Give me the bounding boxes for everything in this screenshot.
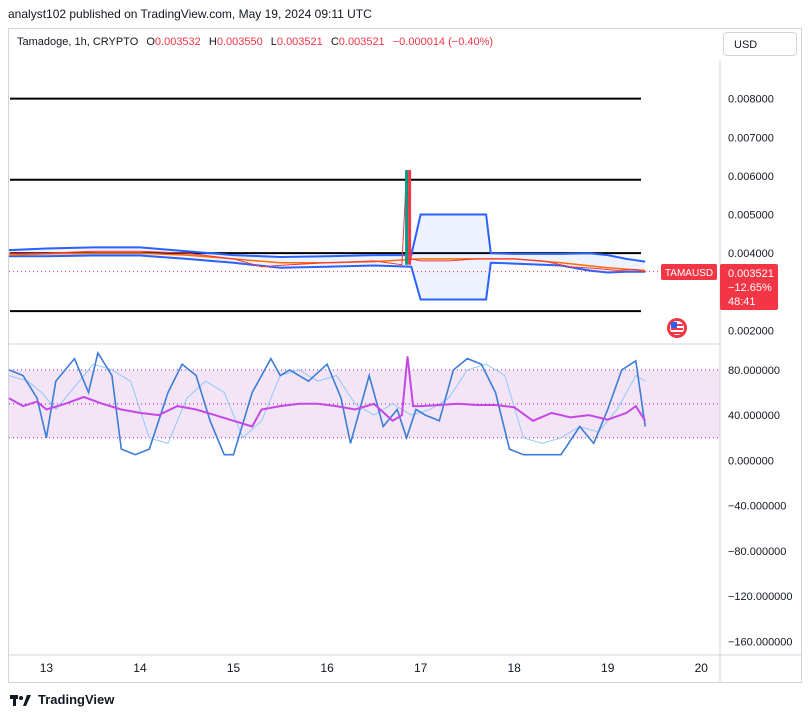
price-tick-label: 0.005000 bbox=[728, 210, 774, 222]
tradingview-logo-icon bbox=[10, 694, 31, 706]
time-tick-label: 13 bbox=[40, 661, 54, 675]
osc-tick-label: −120.000000 bbox=[728, 591, 793, 603]
price-tag-ticker: TAMAUSD bbox=[665, 268, 713, 279]
time-tick-label: 17 bbox=[414, 661, 428, 675]
footer-brand-label: TradingView bbox=[38, 692, 115, 707]
osc-tick-label: −80.000000 bbox=[728, 546, 786, 558]
price-tag-change: −12.65% bbox=[728, 282, 772, 294]
price-tick-label: 0.004000 bbox=[728, 248, 774, 260]
time-tick-label: 14 bbox=[133, 661, 147, 675]
price-tag-countdown: 48:41 bbox=[728, 296, 756, 308]
osc-tick-label: 40.000000 bbox=[728, 410, 780, 422]
time-tick-label: 16 bbox=[320, 661, 334, 675]
osc-tick-label: −40.000000 bbox=[728, 501, 786, 513]
osc-tick-label: 0.000000 bbox=[728, 455, 774, 467]
price-tick-label: 0.002000 bbox=[728, 325, 774, 337]
time-tick-label: 19 bbox=[601, 661, 615, 675]
time-tick-label: 18 bbox=[508, 661, 522, 675]
price-tick-label: 0.008000 bbox=[728, 94, 774, 106]
price-tag-price: 0.003521 bbox=[728, 268, 774, 280]
spike-candle-down bbox=[408, 170, 412, 265]
osc-tick-label: 80.000000 bbox=[728, 365, 780, 377]
price-tick-label: 0.007000 bbox=[728, 132, 774, 144]
price-pane bbox=[8, 97, 660, 313]
spike-candle-up bbox=[405, 170, 409, 265]
oscillator-pane bbox=[8, 350, 720, 456]
osc-tick-label: −160.000000 bbox=[728, 636, 793, 648]
time-tick-label: 15 bbox=[227, 661, 241, 675]
chart-canvas: 0.008000 0.007000 0.006000 0.005000 0.004000… bbox=[8, 60, 802, 683]
footer-brand[interactable]: TradingView bbox=[10, 692, 114, 707]
us-flag-icon[interactable] bbox=[667, 318, 687, 338]
price-tick-label: 0.006000 bbox=[728, 171, 774, 183]
time-tick-label: 20 bbox=[695, 661, 709, 675]
